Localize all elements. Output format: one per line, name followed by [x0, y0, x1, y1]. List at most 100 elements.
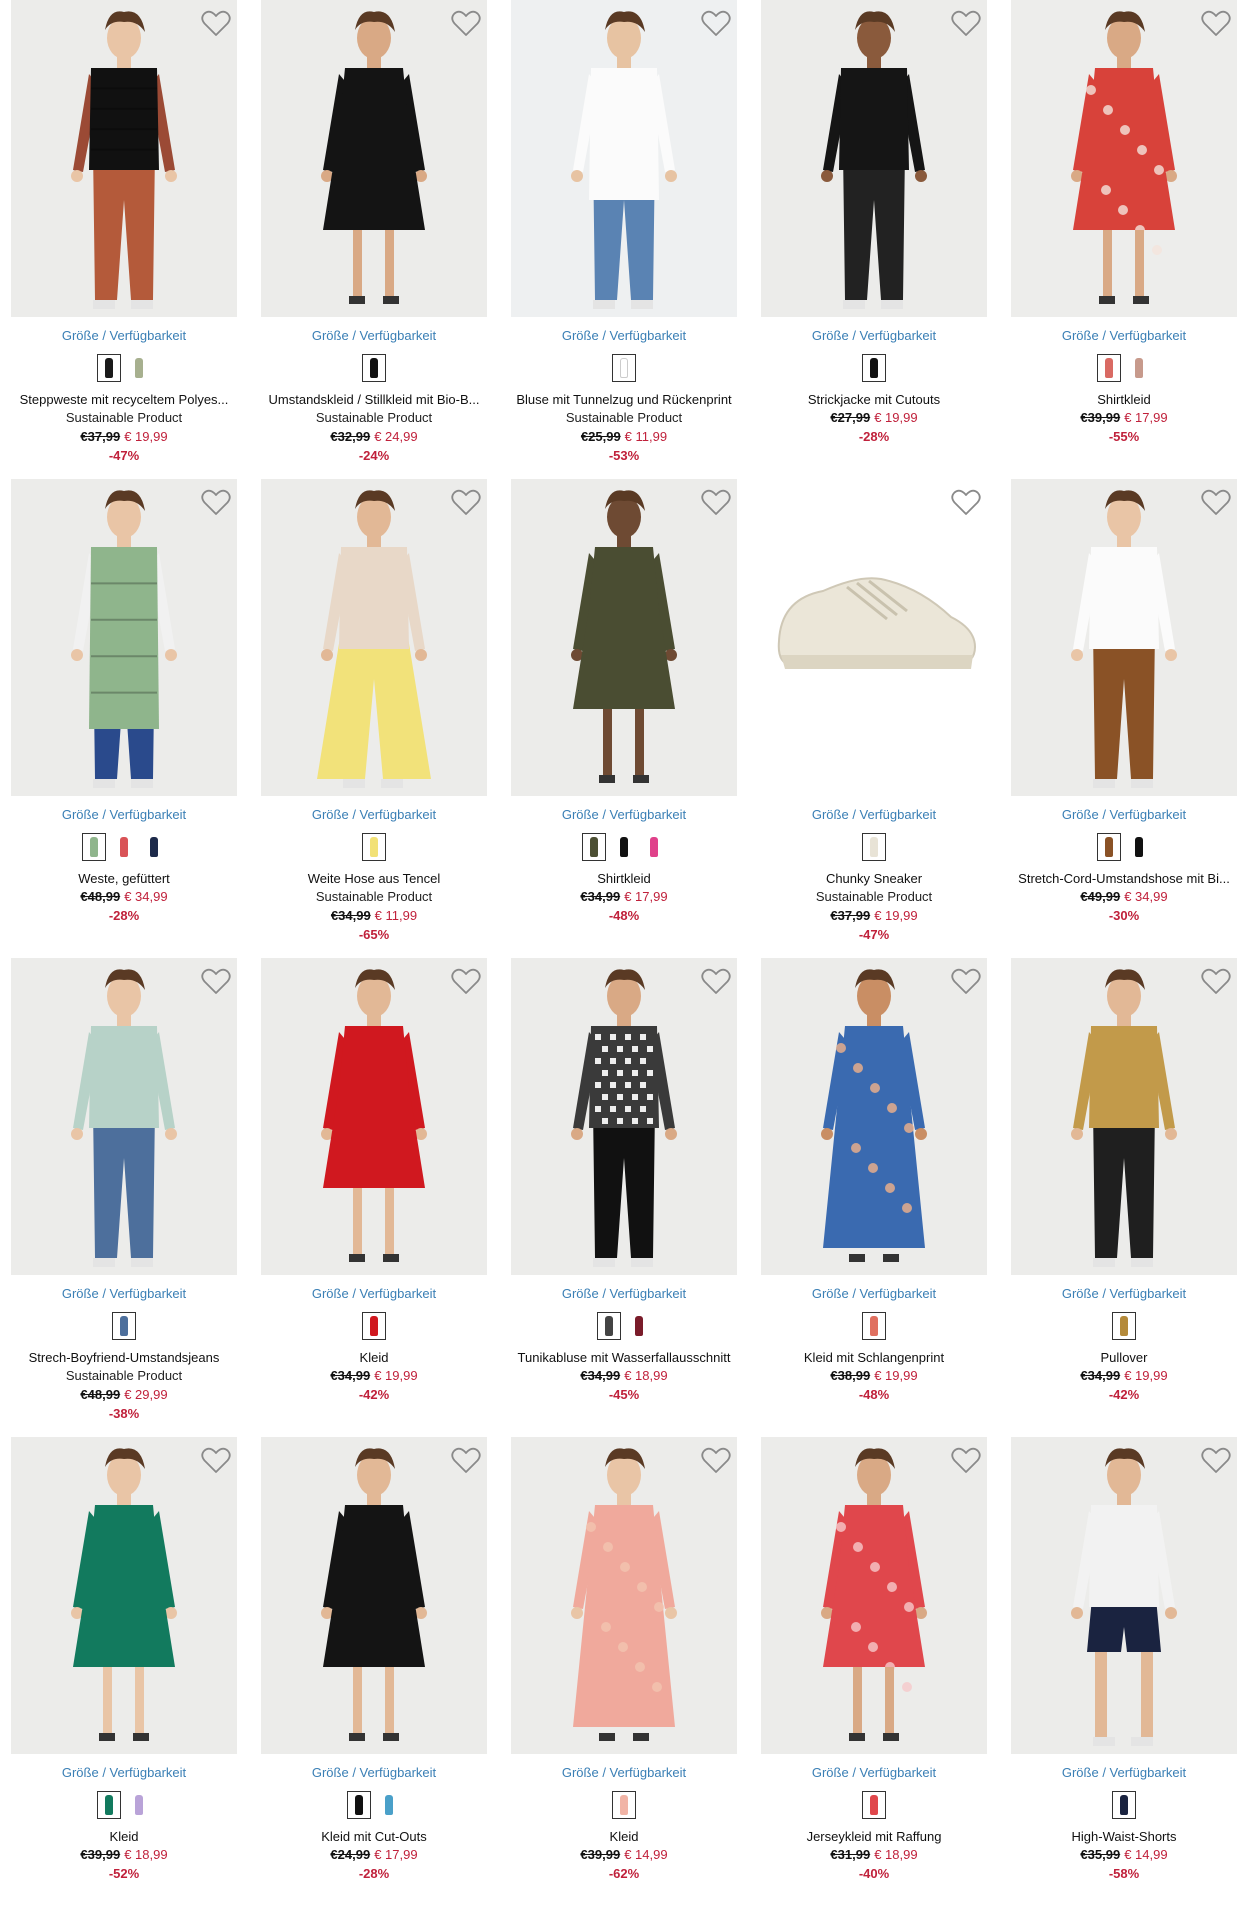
- color-swatch[interactable]: [142, 833, 166, 861]
- heart-icon[interactable]: [701, 10, 731, 37]
- size-availability-link[interactable]: Größe / Verfügbarkeit: [11, 328, 237, 344]
- product-card[interactable]: Größe / Verfügbarkeit Bluse mit Tunnelzug…: [511, 0, 737, 479]
- heart-icon[interactable]: [201, 10, 231, 37]
- color-swatch[interactable]: [82, 833, 106, 861]
- heart-icon[interactable]: [1201, 10, 1231, 37]
- color-swatch[interactable]: [862, 1791, 886, 1819]
- heart-icon[interactable]: [201, 489, 231, 516]
- color-swatch[interactable]: [97, 354, 121, 382]
- heart-icon[interactable]: [451, 1447, 481, 1474]
- product-title[interactable]: Steppweste mit recyceltem Polyes...: [11, 392, 237, 408]
- color-swatch[interactable]: [362, 354, 386, 382]
- color-swatch[interactable]: [597, 1312, 621, 1340]
- product-title[interactable]: Kleid mit Cut-Outs: [261, 1829, 487, 1845]
- product-image[interactable]: [761, 0, 987, 317]
- product-image[interactable]: [11, 0, 237, 317]
- color-swatch[interactable]: [112, 833, 136, 861]
- product-image[interactable]: [261, 479, 487, 796]
- color-swatch[interactable]: [377, 1791, 401, 1819]
- product-title[interactable]: Shirtkleid: [1011, 392, 1237, 408]
- product-card[interactable]: Größe / Verfügbarkeit Jerseykleid mit Raf…: [761, 1437, 987, 1916]
- product-card[interactable]: Größe / Verfügbarkeit Strickjacke mit Cut…: [761, 0, 987, 479]
- color-swatch[interactable]: [862, 833, 886, 861]
- size-availability-link[interactable]: Größe / Verfügbarkeit: [261, 328, 487, 344]
- color-swatch[interactable]: [1127, 354, 1151, 382]
- product-title[interactable]: Kleid: [261, 1350, 487, 1366]
- color-swatch[interactable]: [127, 1791, 151, 1819]
- product-title[interactable]: Pullover: [1011, 1350, 1237, 1366]
- heart-icon[interactable]: [451, 10, 481, 37]
- product-image[interactable]: [11, 1437, 237, 1754]
- color-swatch[interactable]: [642, 833, 666, 861]
- product-image[interactable]: [11, 958, 237, 1275]
- product-card[interactable]: Größe / Verfügbarkeit Chunky Sneaker Susta…: [761, 479, 987, 958]
- size-availability-link[interactable]: Größe / Verfügbarkeit: [1011, 1765, 1237, 1781]
- color-swatch[interactable]: [862, 354, 886, 382]
- color-swatch[interactable]: [97, 1791, 121, 1819]
- size-availability-link[interactable]: Größe / Verfügbarkeit: [761, 328, 987, 344]
- product-title[interactable]: Weite Hose aus Tencel: [261, 871, 487, 887]
- product-title[interactable]: Kleid: [511, 1829, 737, 1845]
- product-card[interactable]: Größe / Verfügbarkeit Kleid €39,99 € 18,99-…: [11, 1437, 237, 1916]
- size-availability-link[interactable]: Größe / Verfügbarkeit: [11, 1286, 237, 1302]
- product-image[interactable]: [261, 1437, 487, 1754]
- product-title[interactable]: Shirtkleid: [511, 871, 737, 887]
- product-title[interactable]: Weste, gefüttert: [11, 871, 237, 887]
- color-swatch[interactable]: [112, 1312, 136, 1340]
- size-availability-link[interactable]: Größe / Verfügbarkeit: [261, 807, 487, 823]
- product-title[interactable]: Stretch-Cord-Umstandshose mit Bi...: [1011, 871, 1237, 887]
- size-availability-link[interactable]: Größe / Verfügbarkeit: [11, 807, 237, 823]
- product-image[interactable]: [511, 0, 737, 317]
- product-title[interactable]: Tunikabluse mit Wasserfallausschnitt: [511, 1350, 737, 1366]
- product-image[interactable]: [1011, 958, 1237, 1275]
- color-swatch[interactable]: [627, 1312, 651, 1340]
- product-card[interactable]: Größe / Verfügbarkeit High-Waist-Shorts €3…: [1011, 1437, 1237, 1916]
- product-image[interactable]: [761, 479, 987, 796]
- product-card[interactable]: Größe / Verfügbarkeit Weite Hose aus Tenc…: [261, 479, 487, 958]
- product-card[interactable]: Größe / Verfügbarkeit Weste, gefüttert €48…: [11, 479, 237, 958]
- color-swatch[interactable]: [362, 1312, 386, 1340]
- product-image[interactable]: [1011, 0, 1237, 317]
- size-availability-link[interactable]: Größe / Verfügbarkeit: [261, 1765, 487, 1781]
- product-title[interactable]: High-Waist-Shorts: [1011, 1829, 1237, 1845]
- heart-icon[interactable]: [451, 968, 481, 995]
- color-swatch[interactable]: [1112, 1312, 1136, 1340]
- product-title[interactable]: Kleid: [11, 1829, 237, 1845]
- product-card[interactable]: Größe / Verfügbarkeit Kleid €39,99 € 14,99-…: [511, 1437, 737, 1916]
- size-availability-link[interactable]: Größe / Verfügbarkeit: [261, 1286, 487, 1302]
- product-title[interactable]: Jerseykleid mit Raffung: [761, 1829, 987, 1845]
- product-card[interactable]: Größe / Verfügbarkeit Strech-Boyfriend-Um…: [11, 958, 237, 1437]
- heart-icon[interactable]: [701, 489, 731, 516]
- color-swatch[interactable]: [1097, 354, 1121, 382]
- heart-icon[interactable]: [951, 1447, 981, 1474]
- product-card[interactable]: Größe / Verfügbarkeit Shirtkleid €34,99 € 1…: [511, 479, 737, 958]
- size-availability-link[interactable]: Größe / Verfügbarkeit: [761, 807, 987, 823]
- product-card[interactable]: Größe / Verfügbarkeit Kleid mit Schlangen…: [761, 958, 987, 1437]
- size-availability-link[interactable]: Größe / Verfügbarkeit: [1011, 807, 1237, 823]
- color-swatch[interactable]: [612, 1791, 636, 1819]
- color-swatch[interactable]: [1112, 1791, 1136, 1819]
- color-swatch[interactable]: [612, 354, 636, 382]
- color-swatch[interactable]: [582, 833, 606, 861]
- product-card[interactable]: Größe / Verfügbarkeit Stretch-Cord-Umstan…: [1011, 479, 1237, 958]
- product-image[interactable]: [511, 1437, 737, 1754]
- size-availability-link[interactable]: Größe / Verfügbarkeit: [511, 807, 737, 823]
- heart-icon[interactable]: [451, 489, 481, 516]
- size-availability-link[interactable]: Größe / Verfügbarkeit: [11, 1765, 237, 1781]
- product-title[interactable]: Strech-Boyfriend-Umstandsjeans: [11, 1350, 237, 1366]
- product-image[interactable]: [761, 958, 987, 1275]
- product-title[interactable]: Kleid mit Schlangenprint: [761, 1350, 987, 1366]
- product-title[interactable]: Bluse mit Tunnelzug und Rückenprint: [511, 392, 737, 408]
- heart-icon[interactable]: [701, 1447, 731, 1474]
- product-image[interactable]: [1011, 479, 1237, 796]
- product-title[interactable]: Umstandskleid / Stillkleid mit Bio-B...: [261, 392, 487, 408]
- heart-icon[interactable]: [701, 968, 731, 995]
- product-card[interactable]: Größe / Verfügbarkeit Pullover €34,99 € 19,…: [1011, 958, 1237, 1437]
- product-image[interactable]: [761, 1437, 987, 1754]
- product-image[interactable]: [511, 479, 737, 796]
- product-image[interactable]: [11, 479, 237, 796]
- color-swatch[interactable]: [127, 354, 151, 382]
- heart-icon[interactable]: [951, 489, 981, 516]
- product-title[interactable]: Strickjacke mit Cutouts: [761, 392, 987, 408]
- size-availability-link[interactable]: Größe / Verfügbarkeit: [511, 1765, 737, 1781]
